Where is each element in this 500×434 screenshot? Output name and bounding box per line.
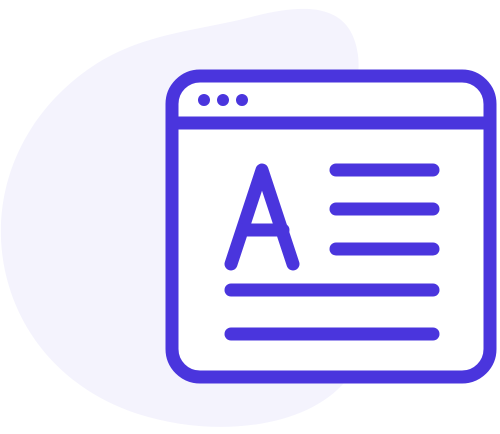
- window-dot-icon: [198, 94, 210, 106]
- window-dot-icon: [236, 94, 248, 106]
- window-dot-icon: [217, 94, 229, 106]
- window-controls: [198, 94, 248, 106]
- webpage-text-illustration: [0, 8, 497, 427]
- browser-window-icon: [165, 69, 497, 384]
